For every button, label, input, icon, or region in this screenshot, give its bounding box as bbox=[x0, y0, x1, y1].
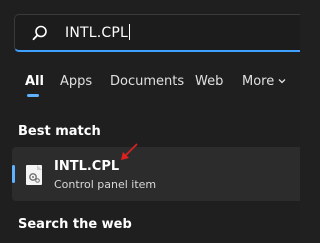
tab-more-label: More bbox=[242, 74, 275, 89]
result-title: INTL.CPL bbox=[54, 159, 120, 174]
tab-documents[interactable]: Documents bbox=[110, 72, 184, 92]
filter-tabs: All Apps Documents Web More bbox=[0, 72, 300, 98]
tab-more[interactable]: More bbox=[242, 72, 287, 92]
selection-indicator bbox=[12, 165, 15, 183]
chevron-down-icon bbox=[278, 79, 286, 84]
search-input[interactable]: INTL.CPL bbox=[65, 21, 131, 45]
search-the-web-heading: Search the web bbox=[18, 217, 132, 232]
text-cursor bbox=[129, 24, 131, 40]
tab-all[interactable]: All bbox=[25, 72, 44, 92]
red-arrow-annotation-icon bbox=[121, 143, 138, 160]
best-match-result[interactable]: INTL.CPL Control panel item bbox=[12, 147, 300, 201]
search-icon bbox=[32, 25, 47, 41]
best-match-heading: Best match bbox=[18, 124, 101, 139]
result-subtitle: Control panel item bbox=[54, 178, 157, 191]
active-tab-indicator bbox=[27, 94, 39, 97]
search-box[interactable]: INTL.CPL bbox=[14, 14, 300, 52]
search-panel: INTL.CPL All Apps Documents Web More Bes… bbox=[0, 0, 300, 243]
tab-web[interactable]: Web bbox=[195, 72, 223, 92]
tab-apps[interactable]: Apps bbox=[60, 72, 92, 92]
control-panel-file-icon bbox=[26, 165, 42, 185]
